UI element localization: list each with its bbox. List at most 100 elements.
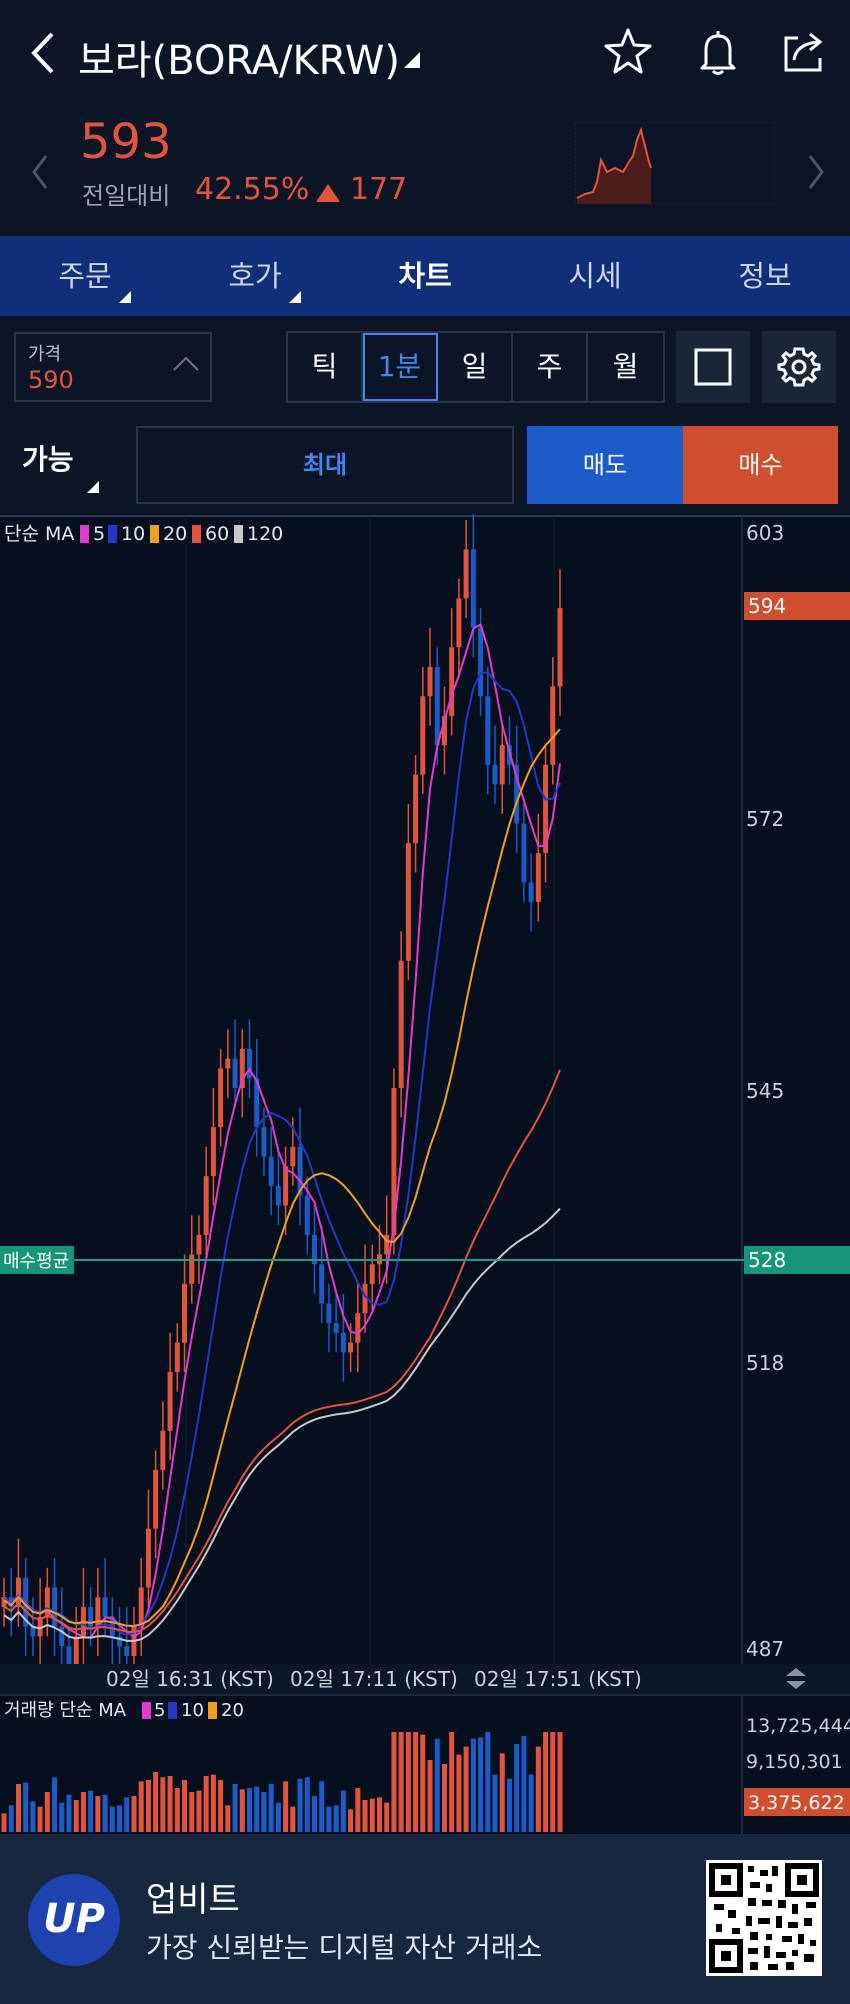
price-selector[interactable]: 가격 590: [14, 332, 212, 402]
candle-body: [261, 1127, 267, 1157]
tab-market[interactable]: 시세: [510, 236, 680, 316]
volume-bar: [66, 1794, 72, 1832]
volume-bar: [304, 1777, 310, 1832]
ma-legend-prefix: 단순 MA: [4, 523, 74, 545]
tab-order[interactable]: 주문: [0, 236, 170, 316]
candle-body: [427, 666, 433, 697]
interval-selector: 틱 1분 일 주 월: [286, 331, 665, 403]
volume-bar: [550, 1732, 556, 1832]
candle-body: [203, 1176, 209, 1235]
volume-bar: [37, 1806, 43, 1832]
volume-bar: [470, 1738, 476, 1832]
change-label: 전일대비: [82, 182, 171, 210]
brand-name: 업비트: [146, 1880, 240, 1920]
volume-bar: [492, 1774, 498, 1832]
chart-canvas[interactable]: 단순 MA 5 10 20 60 120 603 572 545 518 487…: [0, 514, 850, 1834]
price-axis-tick: 603: [746, 521, 784, 545]
volume-bar: [528, 1774, 534, 1832]
sparkline-chart[interactable]: [575, 122, 775, 204]
change-percent: 42.55%: [195, 172, 310, 207]
ma120-label: 120: [247, 523, 283, 545]
candle-body: [434, 666, 440, 746]
volume-bar: [456, 1754, 462, 1832]
interval-day[interactable]: 일: [438, 333, 513, 401]
candle-body: [145, 1528, 151, 1588]
volume-bar: [247, 1788, 253, 1832]
volume-bar: [348, 1809, 354, 1832]
page-title[interactable]: 보라(BORA/KRW): [78, 28, 400, 86]
fullscreen-button[interactable]: [676, 331, 750, 403]
share-icon[interactable]: [778, 26, 830, 78]
settings-button[interactable]: [762, 331, 836, 403]
volume-bar: [44, 1792, 50, 1832]
tab-label: 차트: [398, 259, 452, 293]
tab-label: 호가: [228, 259, 282, 293]
candle-body: [456, 598, 462, 648]
ma10-swatch: [108, 525, 117, 543]
max-amount-button[interactable]: 최대: [136, 426, 514, 504]
volume-bar: [218, 1780, 224, 1832]
volume-legend-prefix: 거래량 단순 MA: [4, 1700, 127, 1721]
volume-bar: [420, 1734, 426, 1832]
dropdown-caret-icon[interactable]: [402, 50, 422, 74]
volume-bar: [485, 1732, 491, 1832]
volume-bar: [8, 1805, 14, 1832]
candlestick-chart[interactable]: 단순 MA 5 10 20 60 120 603 572 545 518 487…: [0, 514, 850, 1834]
candle-body: [182, 1283, 188, 1343]
volume-bar: [203, 1776, 209, 1832]
available-label[interactable]: 가능: [22, 438, 74, 478]
candle-body: [528, 882, 534, 902]
interval-1min[interactable]: 1분: [363, 333, 438, 401]
star-icon[interactable]: [602, 26, 654, 78]
interval-month[interactable]: 월: [588, 333, 663, 401]
order-row: 가능 최대 매도 매수: [0, 414, 850, 510]
upbit-logo[interactable]: UP: [28, 1874, 120, 1966]
sell-button[interactable]: 매도: [527, 426, 683, 504]
candle-body: [535, 852, 541, 902]
prev-arrow-icon[interactable]: [26, 150, 56, 194]
price-axis-tick: 518: [746, 1351, 784, 1375]
candle-body: [218, 1068, 224, 1128]
ma20-swatch: [150, 525, 159, 543]
volume-bar: [196, 1790, 202, 1832]
volume-bar: [290, 1806, 296, 1832]
ma10-line: [3, 671, 561, 1637]
bell-icon[interactable]: [692, 26, 744, 78]
back-arrow-icon[interactable]: [24, 28, 64, 78]
candle-body: [333, 1323, 339, 1333]
price-selector-label: 가격: [28, 344, 62, 365]
ma-lines-group: [3, 623, 561, 1643]
logo-text: UP: [43, 1896, 105, 1942]
volume-bar: [535, 1746, 541, 1832]
vol-ma10-swatch: [168, 1702, 177, 1719]
candle-body: [232, 1058, 238, 1088]
ma10-label: 10: [121, 523, 145, 545]
ma20-line: [3, 728, 561, 1628]
tab-chart[interactable]: 차트: [340, 236, 510, 316]
interval-week[interactable]: 주: [513, 333, 588, 401]
volume-bar: [225, 1805, 231, 1832]
volume-bar: [189, 1792, 195, 1832]
volume-bar: [73, 1800, 79, 1832]
volume-bar: [333, 1805, 339, 1832]
avg-buy-value: 528: [748, 1248, 786, 1272]
candle-body: [124, 1646, 130, 1656]
tab-orderbook[interactable]: 호가: [170, 236, 340, 316]
ma60-line: [3, 1069, 561, 1634]
candle-body: [557, 608, 563, 687]
next-arrow-icon[interactable]: [800, 150, 830, 194]
volume-bar: [254, 1786, 260, 1832]
volume-bar: [355, 1788, 361, 1832]
promo-banner[interactable]: UP 업비트 가장 신뢰받는 디지털 자산 거래소: [0, 1834, 850, 2004]
volume-bar: [311, 1796, 317, 1832]
qr-code-icon[interactable]: [706, 1860, 822, 1976]
interval-tick[interactable]: 틱: [288, 333, 363, 401]
buy-button[interactable]: 매수: [683, 426, 838, 504]
candle-body: [167, 1372, 173, 1431]
volume-bar: [463, 1746, 469, 1832]
volume-bar: [124, 1797, 130, 1832]
candle-body: [398, 960, 404, 1088]
candle-body: [283, 1166, 289, 1206]
tab-info[interactable]: 정보: [680, 236, 850, 316]
volume-bar: [340, 1790, 346, 1832]
